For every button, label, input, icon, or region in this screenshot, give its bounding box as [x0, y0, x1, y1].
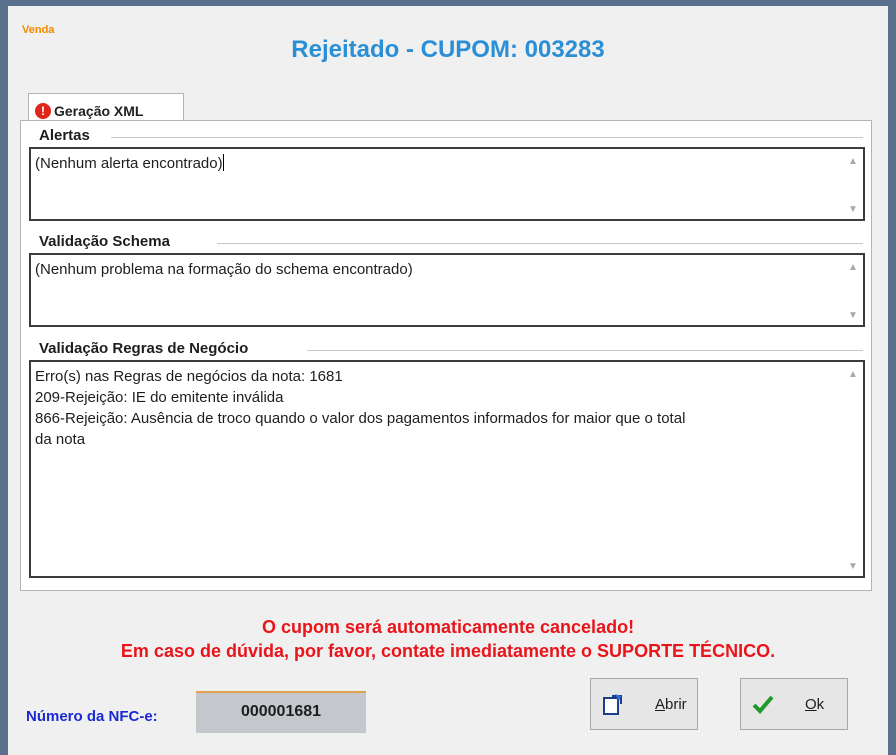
group-label-alertas: Alertas	[39, 127, 90, 144]
regras-line: 866-Rejeição: Ausência de troco quando o…	[35, 410, 686, 427]
scroll-up-arrow-icon[interactable]: ▲	[843, 151, 863, 169]
app-tag: Venda	[22, 24, 55, 36]
scroll-down-arrow-icon[interactable]: ▼	[843, 556, 863, 574]
scroll-up-arrow-icon[interactable]: ▲	[843, 257, 863, 275]
regras-scrollbar[interactable]: ▲ ▼	[843, 362, 863, 576]
alertas-text: (Nenhum alerta encontrado)	[35, 155, 223, 172]
alertas-textbox[interactable]: (Nenhum alerta encontrado) ▲ ▼	[29, 147, 865, 221]
warning-line-1: O cupom será automaticamente cancelado!	[261, 617, 635, 637]
nfce-number-label: Número da NFC-e:	[26, 708, 158, 725]
group-label-schema: Validação Schema	[39, 233, 170, 250]
ok-button-label: Ok	[805, 695, 825, 713]
regras-line: 209-Rejeição: IE do emitente inválida	[35, 389, 284, 406]
regras-textbox[interactable]: Erro(s) nas Regras de negócios da nota: …	[29, 360, 865, 578]
regras-line: Erro(s) nas Regras de negócios da nota: …	[35, 368, 343, 385]
scroll-up-arrow-icon[interactable]: ▲	[843, 364, 863, 382]
tab-label: Geração XML	[54, 102, 144, 119]
checkmark-icon	[752, 695, 774, 714]
group-divider	[307, 350, 863, 351]
warning-line-2: Em caso de dúvida, por favor, contate im…	[120, 641, 776, 661]
scroll-down-arrow-icon[interactable]: ▼	[843, 305, 863, 323]
schema-text: (Nenhum problema na formação do schema e…	[35, 261, 413, 278]
open-document-icon	[603, 694, 622, 715]
schema-textbox[interactable]: (Nenhum problema na formação do schema e…	[29, 253, 865, 327]
regras-line: da nota	[35, 431, 86, 448]
alertas-scrollbar[interactable]: ▲ ▼	[843, 149, 863, 219]
dialog-title: Rejeitado - CUPOM: 003283	[291, 36, 605, 63]
group-label-regras: Validação Regras de Negócio	[39, 340, 249, 357]
schema-scrollbar[interactable]: ▲ ▼	[843, 255, 863, 325]
group-divider	[217, 243, 863, 244]
group-divider	[111, 137, 863, 138]
abrir-button[interactable]: Abrir	[590, 678, 698, 730]
nfce-number-value: 000001681	[196, 691, 366, 733]
scroll-down-arrow-icon[interactable]: ▼	[843, 199, 863, 217]
abrir-button-label: Abrir	[655, 695, 687, 713]
text-caret	[222, 154, 224, 171]
tab-panel: Alertas (Nenhum alerta encontrado) ▲ ▼ V…	[20, 120, 872, 591]
ok-button[interactable]: Ok	[740, 678, 848, 730]
error-icon: !	[35, 102, 51, 119]
